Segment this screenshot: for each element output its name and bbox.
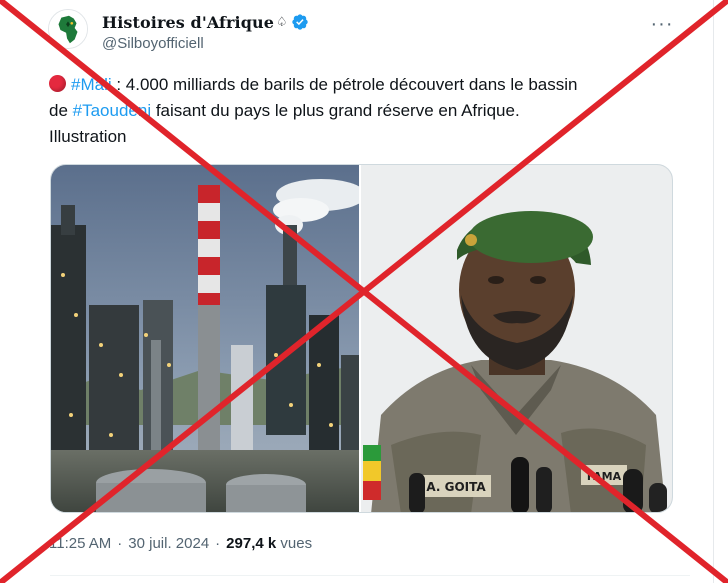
name-symbol: ♤ bbox=[276, 14, 288, 29]
tweet-line-2-prefix: de bbox=[49, 101, 73, 120]
views-label: vues bbox=[280, 535, 313, 552]
tweet-meta: 11:25 AM · 30 juil. 2024 · 297,4 k vues bbox=[49, 535, 312, 552]
post-date[interactable]: 30 juil. 2024 bbox=[128, 535, 209, 552]
tweet[interactable]: Histoires d'Afrique ♤ @Silboyofficiell ·… bbox=[0, 0, 712, 583]
uniform-name-tag: A. GOITA bbox=[426, 480, 486, 494]
avatar[interactable] bbox=[48, 9, 88, 49]
meta-separator: · bbox=[117, 535, 123, 552]
display-name[interactable]: Histoires d'Afrique bbox=[102, 13, 274, 32]
tweet-line-3: Illustration bbox=[49, 127, 127, 146]
uniform-unit-tag: FAMA bbox=[587, 470, 622, 483]
tweet-divider bbox=[50, 575, 690, 576]
meta-separator: · bbox=[215, 535, 221, 552]
media-grid: A. GOITA FAMA bbox=[50, 164, 673, 513]
hashtag-taoudeni[interactable]: #Taoudeni bbox=[73, 101, 151, 120]
verified-badge-icon bbox=[292, 14, 308, 30]
handle[interactable]: @Silboyofficiell bbox=[102, 35, 309, 52]
tweet-header: Histoires d'Afrique ♤ @Silboyofficiell bbox=[102, 10, 309, 52]
portrait-photo[interactable]: A. GOITA FAMA bbox=[361, 165, 672, 512]
tweet-line-1: : 4.000 milliards de barils de pétrole d… bbox=[111, 75, 578, 94]
tweet-text: #Mali : 4.000 milliards de barils de pét… bbox=[49, 72, 689, 150]
tweet-line-2: faisant du pays le plus grand réserve en… bbox=[151, 101, 520, 120]
views-count: 297,4 k bbox=[226, 535, 277, 552]
post-time[interactable]: 11:25 AM bbox=[49, 535, 111, 552]
hashtag-mali[interactable]: #Mali bbox=[71, 75, 112, 94]
refinery-photo[interactable] bbox=[51, 165, 360, 512]
red-circle-emoji bbox=[49, 75, 66, 92]
page-edge-divider bbox=[713, 0, 714, 583]
more-options-icon[interactable]: ··· bbox=[650, 12, 674, 36]
